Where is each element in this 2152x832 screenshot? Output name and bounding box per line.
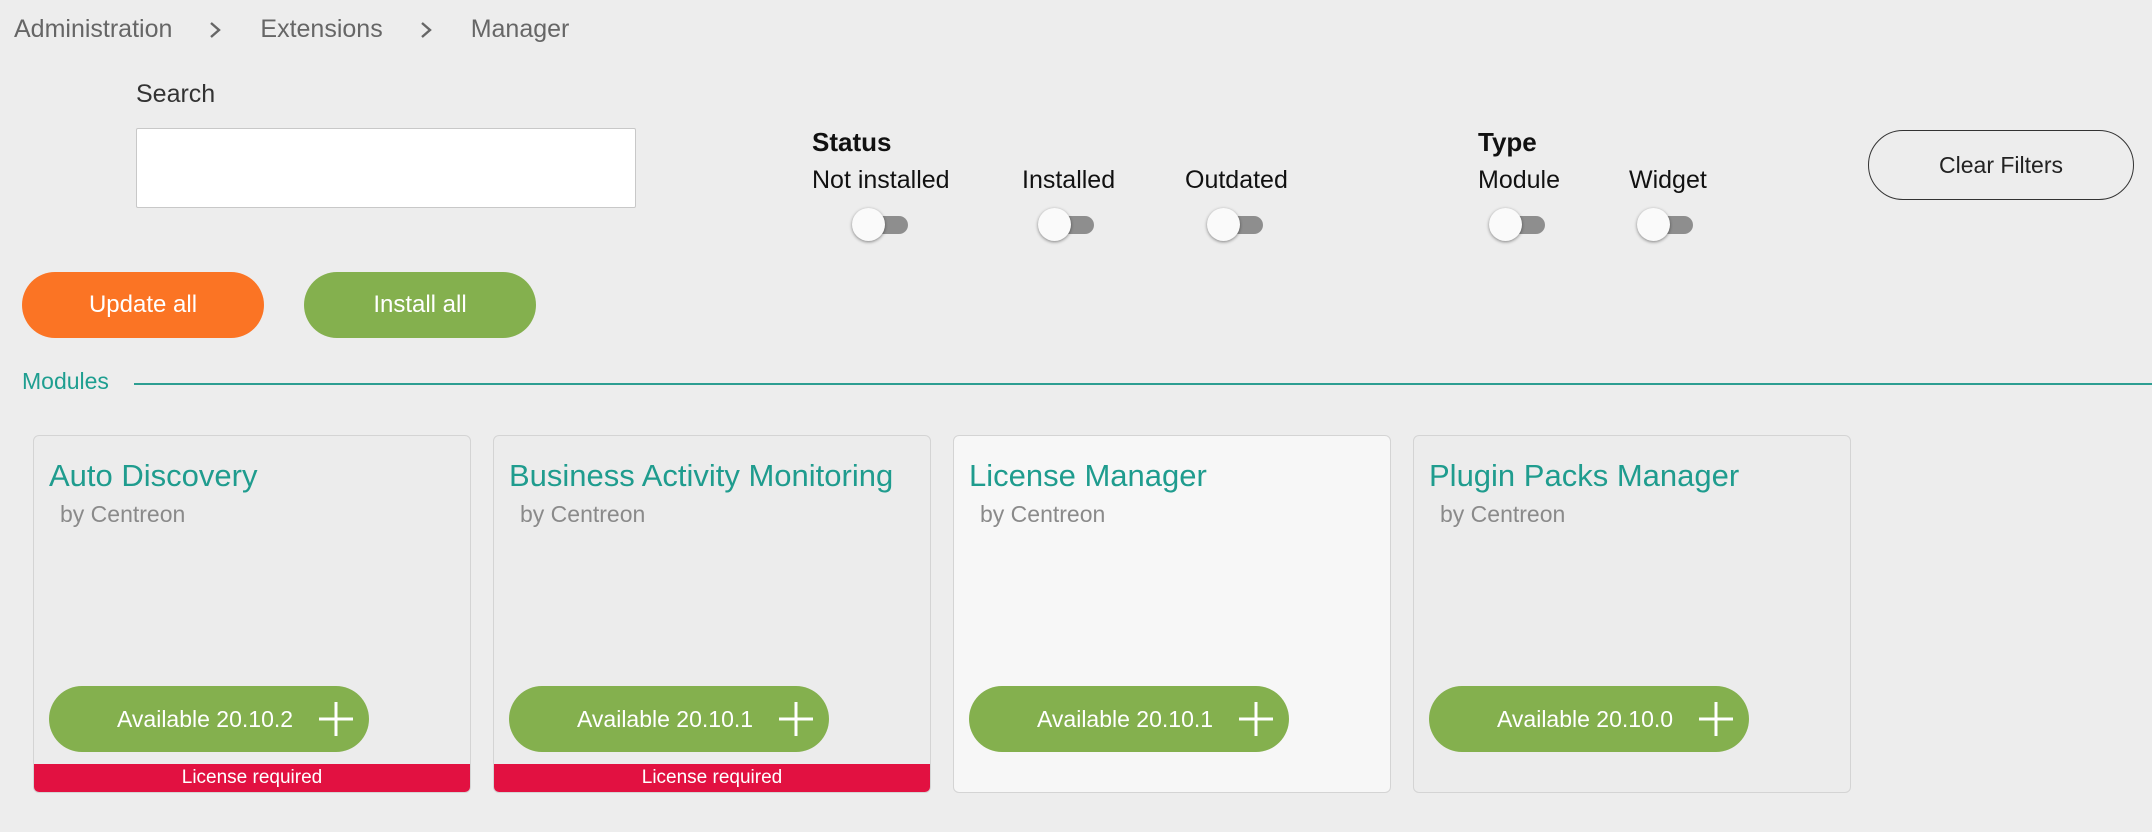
- module-title: Business Activity Monitoring by Centreon: [509, 454, 919, 530]
- install-button-label: Available 20.10.1: [1037, 705, 1214, 732]
- install-module-button[interactable]: Available 20.10.0: [1429, 686, 1749, 752]
- modules-section-title: Modules: [22, 368, 109, 394]
- module-author: by Centreon: [520, 501, 646, 527]
- plus-icon: [319, 702, 353, 736]
- install-module-button[interactable]: Available 20.10.1: [509, 686, 829, 752]
- search-input[interactable]: [136, 128, 636, 208]
- module-card-license-manager[interactable]: License Manager by Centreon Available 20…: [953, 435, 1391, 793]
- filter-label-outdated: Outdated: [1185, 166, 1288, 194]
- install-button-label: Available 20.10.2: [117, 705, 294, 732]
- search-label: Search: [136, 80, 216, 108]
- module-card-auto-discovery[interactable]: Auto Discovery by Centreon Available 20.…: [33, 435, 471, 793]
- install-module-button[interactable]: Available 20.10.1: [969, 686, 1289, 752]
- plus-icon: [779, 702, 813, 736]
- module-name: Business Activity Monitoring: [509, 458, 894, 493]
- toggle-outdated[interactable]: [1207, 206, 1267, 242]
- clear-filters-button[interactable]: Clear Filters: [1868, 130, 2134, 200]
- install-button-label: Available 20.10.1: [577, 705, 754, 732]
- toggle-widget[interactable]: [1637, 206, 1697, 242]
- module-author: by Centreon: [60, 501, 186, 527]
- filter-label-not-installed: Not installed: [812, 166, 950, 194]
- toggle-installed[interactable]: [1038, 206, 1098, 242]
- breadcrumb-manager[interactable]: Manager: [471, 15, 570, 44]
- chevron-right-icon: [206, 12, 226, 46]
- install-button-label: Available 20.10.0: [1497, 705, 1674, 732]
- module-title: Auto Discovery by Centreon: [49, 454, 459, 530]
- update-all-button[interactable]: Update all: [22, 272, 264, 338]
- status-filter-title: Status: [812, 127, 892, 157]
- plus-icon: [1239, 702, 1273, 736]
- module-title: Plugin Packs Manager by Centreon: [1429, 454, 1839, 530]
- module-title: License Manager by Centreon: [969, 454, 1379, 530]
- filter-label-installed: Installed: [1022, 166, 1116, 194]
- license-required-bar: License required: [34, 764, 470, 792]
- module-name: Plugin Packs Manager: [1429, 458, 1740, 493]
- filter-label-module: Module: [1478, 166, 1560, 194]
- module-author: by Centreon: [1440, 501, 1566, 527]
- install-module-button[interactable]: Available 20.10.2: [49, 686, 369, 752]
- breadcrumb-extensions[interactable]: Extensions: [260, 15, 382, 44]
- license-required-bar: License required: [494, 764, 930, 792]
- toggle-not-installed[interactable]: [852, 206, 912, 242]
- section-divider: [134, 383, 2152, 385]
- breadcrumb: Administration Extensions Manager: [14, 12, 569, 46]
- module-card-plugin-packs-manager[interactable]: Plugin Packs Manager by Centreon Availab…: [1413, 435, 1851, 793]
- module-author: by Centreon: [980, 501, 1106, 527]
- module-name: Auto Discovery: [49, 458, 258, 493]
- plus-icon: [1699, 702, 1733, 736]
- toggle-module[interactable]: [1489, 206, 1549, 242]
- breadcrumb-administration[interactable]: Administration: [14, 15, 172, 44]
- module-card-business-activity-monitoring[interactable]: Business Activity Monitoring by Centreon…: [493, 435, 931, 793]
- chevron-right-icon: [417, 12, 437, 46]
- type-filter-title: Type: [1478, 127, 1537, 157]
- module-name: License Manager: [969, 458, 1207, 493]
- install-all-button[interactable]: Install all: [304, 272, 536, 338]
- filter-label-widget: Widget: [1629, 166, 1707, 194]
